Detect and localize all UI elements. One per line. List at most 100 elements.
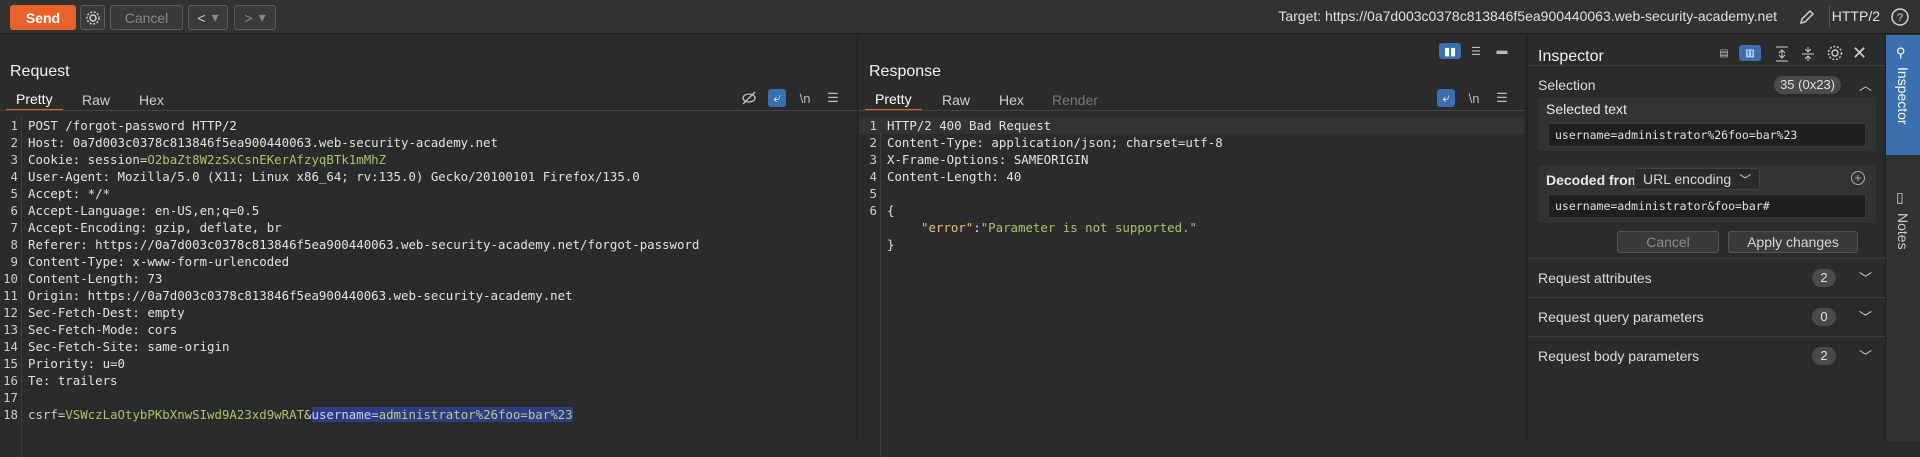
- line-text: POST /forgot-password HTTP/2: [28, 118, 237, 133]
- line-text: Te: trailers: [28, 373, 118, 388]
- inspector-settings-gear-icon[interactable]: [1826, 44, 1844, 65]
- request-editor[interactable]: 1 POST /forgot-password HTTP/2 2 Host: 0a7d…: [0, 117, 857, 423]
- request-line: 14 Sec-Fetch-Site: same-origin: [0, 338, 857, 355]
- response-line: 1 HTTP/2 400 Bad Request: [859, 117, 1525, 134]
- collapse-all-icon[interactable]: [1800, 45, 1816, 66]
- username-param-key: username=: [311, 407, 379, 422]
- json-key: "error": [921, 220, 974, 235]
- target-url: Target: https://0a7d003c0378c813846f5ea9…: [1278, 8, 1777, 24]
- decoding-select[interactable]: URL encoding ﹀: [1634, 168, 1761, 190]
- request-query-parameters-section[interactable]: Request query parameters 0 ﹀: [1528, 297, 1886, 335]
- line-number: 15: [3, 356, 18, 371]
- rail-tab-inspector[interactable]: ⚲ Inspector: [1886, 35, 1920, 155]
- newline-toggle[interactable]: \n: [796, 89, 814, 107]
- tab-raw[interactable]: Raw: [82, 89, 110, 111]
- line-number: 8: [10, 237, 18, 252]
- line-text: Content-Type: application/json; charset=…: [887, 135, 1223, 150]
- decoding-selected-value: URL encoding: [1643, 171, 1732, 187]
- apply-changes-button[interactable]: Apply changes: [1728, 231, 1858, 253]
- tab-raw[interactable]: Raw: [942, 89, 970, 111]
- selected-text-box: Selected text username=administrator%26f…: [1538, 97, 1876, 151]
- tab-divider: [859, 110, 1525, 111]
- add-decoding-plus-icon[interactable]: [1850, 170, 1866, 189]
- cancel-button[interactable]: Cancel: [110, 5, 183, 30]
- request-line: 15 Priority: u=0: [0, 355, 857, 372]
- selection-size-badge: 35 (0x23): [1774, 75, 1841, 94]
- single-view-icon[interactable]: ▬: [1491, 43, 1513, 59]
- request-line: 3 Cookie: session=O2baZt8W2zSxCsnEKerAfzy…: [0, 151, 857, 168]
- chevron-right-icon: >: [244, 9, 253, 26]
- settings-gear-icon[interactable]: [80, 5, 105, 30]
- http-version-label[interactable]: HTTP/2: [1832, 8, 1880, 24]
- line-text: csrf=VSWczLaOtybPKbXnwSIwd9A23xd9wRAT&us…: [28, 406, 573, 423]
- line-text: }: [887, 237, 895, 252]
- toolbar-divider: [1829, 6, 1830, 28]
- forward-history-button[interactable]: > ▾: [234, 5, 276, 30]
- line-number: 17: [3, 390, 18, 405]
- edit-target-pencil-icon[interactable]: [1798, 8, 1816, 29]
- line-number: 16: [3, 373, 18, 388]
- response-editor[interactable]: 1 HTTP/2 400 Bad Request 2 Content-Type: ap…: [859, 117, 1525, 253]
- layout-list-icon[interactable]: ▤: [1713, 45, 1735, 61]
- response-line: 6{: [859, 202, 1525, 219]
- response-line: 4 Content-Length: 40: [859, 168, 1525, 185]
- rail-tab-notes[interactable]: ▯ Notes: [1886, 183, 1920, 273]
- menu-icon[interactable]: ☰: [824, 89, 842, 107]
- request-line: 9 Content-Type: x-www-form-urlencoded: [0, 253, 857, 270]
- line-text: "error":"Parameter is not supported.": [921, 219, 1197, 236]
- wrap-lines-icon[interactable]: ⤶: [1437, 89, 1455, 107]
- request-line: 13 Sec-Fetch-Mode: cors: [0, 321, 857, 338]
- inspector-title: Inspector: [1538, 48, 1604, 65]
- tab-render[interactable]: Render: [1052, 89, 1098, 111]
- line-text: Cookie: session=O2baZt8W2zSxCsnEKerAfzyq…: [28, 151, 386, 168]
- split-vertical-icon[interactable]: ☰: [1465, 43, 1487, 59]
- line-number: 9: [10, 254, 18, 269]
- csrf-param-key: csrf=: [28, 407, 66, 422]
- wrap-lines-icon[interactable]: ⤶: [768, 89, 786, 107]
- line-number: 5: [869, 186, 877, 201]
- selected-text-field[interactable]: username=administrator%26foo=bar%23: [1548, 123, 1866, 147]
- request-attributes-section[interactable]: Request attributes 2 ﹀: [1528, 258, 1886, 296]
- tab-hex[interactable]: Hex: [139, 89, 164, 111]
- newline-toggle[interactable]: \n: [1465, 89, 1483, 107]
- split-horizontal-icon[interactable]: ▮▮: [1439, 43, 1461, 59]
- line-text: Sec-Fetch-Dest: empty: [28, 305, 185, 320]
- inspector-cancel-button[interactable]: Cancel: [1617, 231, 1719, 253]
- selected-text-highlight[interactable]: username=administrator%26foo=bar%23: [311, 407, 573, 422]
- send-button[interactable]: Send: [10, 5, 76, 30]
- request-panel: Request Pretty Raw Hex ⤶ \n ☰ 1 POST /for…: [0, 35, 858, 457]
- selected-text-label: Selected text: [1546, 101, 1627, 117]
- menu-icon[interactable]: ☰: [1493, 89, 1511, 107]
- response-line: 3 X-Frame-Options: SAMEORIGIN: [859, 151, 1525, 168]
- hide-eye-icon[interactable]: [740, 89, 758, 107]
- request-line: 8 Referer: https://0a7d003c0378c813846f5e…: [0, 236, 857, 253]
- tab-pretty[interactable]: Pretty: [6, 89, 63, 111]
- tab-pretty[interactable]: Pretty: [865, 89, 922, 111]
- section-count-badge: 2: [1812, 346, 1836, 365]
- back-history-button[interactable]: < ▾: [188, 5, 228, 30]
- decoded-from-label: Decoded from:: [1546, 172, 1645, 188]
- line-text: Accept-Language: en-US,en;q=0.5: [28, 203, 260, 218]
- close-icon[interactable]: ✕: [1852, 43, 1867, 64]
- json-value: "Parameter is not supported.": [980, 220, 1198, 235]
- layout-side-icon[interactable]: ▥: [1739, 45, 1761, 61]
- request-line: 5 Accept: */*: [0, 185, 857, 202]
- tab-hex[interactable]: Hex: [999, 89, 1024, 111]
- dropdown-arrow-icon: ▾: [211, 9, 219, 25]
- expand-all-icon[interactable]: [1774, 45, 1790, 66]
- line-number: 12: [3, 305, 18, 320]
- svg-text:?: ?: [1897, 12, 1903, 24]
- help-icon[interactable]: ?: [1890, 7, 1910, 30]
- line-number: 6: [10, 203, 18, 218]
- inspector-layout-toggle: ▤ ▥: [1713, 45, 1761, 61]
- request-body-parameters-section[interactable]: Request body parameters 2 ﹀: [1528, 336, 1886, 374]
- request-line: 17: [0, 389, 857, 406]
- line-number: 10: [3, 271, 18, 286]
- decoded-value-field[interactable]: username=administrator&foo=bar#: [1548, 194, 1866, 218]
- request-line: 4 User-Agent: Mozilla/5.0 (X11; Linux x86…: [0, 168, 857, 185]
- line-text: Origin: https://0a7d003c0378c813846f5ea9…: [28, 288, 573, 303]
- line-text: Sec-Fetch-Mode: cors: [28, 322, 178, 337]
- request-line: 11 Origin: https://0a7d003c0378c813846f5e…: [0, 287, 857, 304]
- request-line: 7 Accept-Encoding: gzip, deflate, br: [0, 219, 857, 236]
- top-toolbar: Send Cancel < ▾ > ▾ Target: https://0a7d…: [0, 0, 1920, 34]
